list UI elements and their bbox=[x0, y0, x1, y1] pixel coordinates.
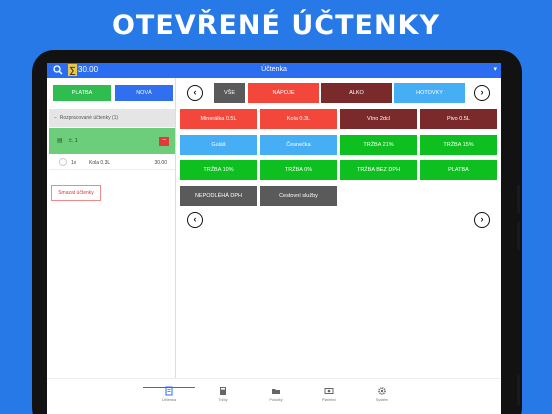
nav-label: Systém bbox=[375, 398, 389, 402]
receipt-row[interactable]: ▤ č. 1 − bbox=[49, 128, 175, 154]
group-title: Rozpracované účtenky (1) bbox=[59, 115, 119, 121]
product-button[interactable]: TRŽBA BEZ DPH bbox=[340, 160, 417, 180]
menu-icon[interactable]: ▾ bbox=[493, 65, 497, 73]
nav-item-platebni[interactable]: Platební bbox=[303, 386, 355, 402]
list-item[interactable]: 1x Kola 0.3L 30.00 bbox=[49, 156, 175, 170]
product-button[interactable]: Cestovní služby bbox=[260, 186, 337, 206]
product-button[interactable]: TRŽBA 21% bbox=[340, 135, 417, 155]
product-button[interactable]: PLATBA bbox=[420, 160, 497, 180]
next-page-icon[interactable]: › bbox=[474, 212, 490, 228]
remove-receipt-button[interactable]: − bbox=[159, 137, 169, 146]
tablet-side-button bbox=[517, 222, 520, 250]
folder-icon bbox=[272, 389, 280, 394]
open-receipts-group[interactable]: − Rozpracované účtenky (1) bbox=[49, 109, 175, 127]
delete-receipts-button[interactable]: Smazat účtenky bbox=[51, 185, 101, 201]
nav-item-polozky[interactable]: Položky bbox=[250, 386, 302, 402]
nav-item-trzby[interactable]: Tržby bbox=[197, 386, 249, 402]
product-button[interactable]: Guláš bbox=[180, 135, 257, 155]
tablet-side-button bbox=[517, 185, 520, 213]
prev-category-icon[interactable]: ‹ bbox=[187, 85, 203, 101]
panel-divider bbox=[175, 78, 176, 378]
product-button[interactable]: TRŽBA 10% bbox=[180, 160, 257, 180]
bottom-nav: Účtenka Tržby Položky Platební Systém bbox=[47, 378, 501, 414]
item-select-circle[interactable] bbox=[59, 158, 67, 166]
calculator-icon bbox=[220, 387, 226, 395]
product-button[interactable]: NEPODLÉHÁ DPH bbox=[180, 186, 257, 206]
nav-item-system[interactable]: Systém bbox=[356, 386, 408, 402]
nav-label: Účtenka bbox=[162, 398, 176, 402]
nav-item-uctenka[interactable]: Účtenka bbox=[143, 386, 195, 402]
banknote-icon bbox=[324, 388, 334, 394]
product-button[interactable]: Kola 0.3L bbox=[260, 109, 337, 129]
receipt-icon bbox=[165, 386, 173, 396]
receipts-panel: PLATBA NOVÁ − Rozpracované účtenky (1) ▤… bbox=[47, 78, 175, 378]
receipt-icon: ▤ bbox=[57, 138, 63, 144]
product-button[interactable]: Minerálka 0.5L bbox=[180, 109, 257, 129]
nav-label: Položky bbox=[269, 398, 283, 402]
prev-page-icon[interactable]: ‹ bbox=[187, 212, 203, 228]
product-button[interactable]: Pivo 0.5L bbox=[420, 109, 497, 129]
product-button[interactable]: TRŽBA 0% bbox=[260, 160, 337, 180]
payment-button[interactable]: PLATBA bbox=[53, 85, 111, 101]
tablet-side-button bbox=[517, 375, 520, 405]
nav-label: Tržby bbox=[218, 398, 228, 402]
category-tab-alko[interactable]: ALKO bbox=[321, 83, 392, 103]
item-qty: 1x bbox=[71, 160, 77, 166]
category-tab-vse[interactable]: VŠE bbox=[214, 83, 245, 103]
screen-title: Účtenka bbox=[261, 66, 287, 73]
gear-icon bbox=[378, 387, 386, 395]
product-button[interactable]: Česnečka bbox=[260, 135, 337, 155]
next-category-icon[interactable]: › bbox=[474, 85, 490, 101]
item-price: 30.00 bbox=[154, 160, 167, 166]
category-tab-napoje[interactable]: NÁPOJE bbox=[248, 83, 319, 103]
nav-label: Platební bbox=[322, 398, 336, 402]
product-button[interactable]: Víno 2dcl bbox=[340, 109, 417, 129]
headline: OTEVŘENÉ ÚČTENKY bbox=[111, 10, 441, 41]
collapse-icon: − bbox=[54, 115, 57, 121]
top-bar: ∑ 30.00 Účtenka ▾ bbox=[47, 63, 501, 78]
category-tab-hotovky[interactable]: HOTOVKY bbox=[394, 83, 465, 103]
app-screen: ∑ 30.00 Účtenka ▾ PLATBA NOVÁ − Rozpraco… bbox=[47, 63, 501, 414]
item-name: Kola 0.3L bbox=[89, 160, 111, 166]
receipt-name: č. 1 bbox=[69, 138, 78, 144]
product-button[interactable]: TRŽBA 15% bbox=[420, 135, 497, 155]
new-receipt-button[interactable]: NOVÁ bbox=[115, 85, 173, 101]
